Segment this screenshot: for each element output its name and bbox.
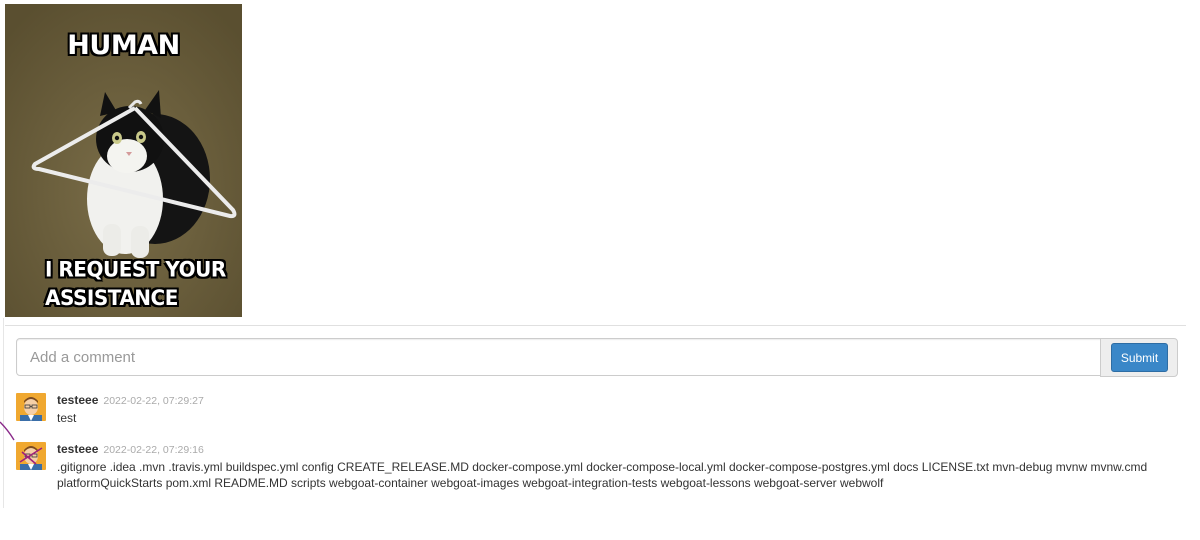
meme-bottom-line-1: I REQUEST YOUR (45, 256, 226, 282)
comment-input[interactable] (16, 338, 1102, 376)
comment-text: test (57, 411, 77, 425)
meme-bottom-caption: I REQUEST YOUR ASSISTANCE (45, 256, 235, 313)
cat-meme-image: HUMAN I REQUEST YOUR ASSISTANCE (5, 4, 242, 317)
comment-timestamp: 2022-02-22, 07:29:27 (103, 395, 204, 407)
meme-top-caption: HUMAN (67, 30, 180, 61)
comment-timestamp: 2022-02-22, 07:29:16 (103, 444, 204, 456)
comment-body: testeee 2022-02-22, 07:29:27 test (57, 393, 1167, 426)
user-avatar (16, 393, 46, 421)
meme-bottom-line-2: ASSISTANCE (45, 285, 178, 311)
content-left-border (3, 318, 4, 508)
comment-author: testeee (57, 393, 99, 407)
submit-button-group: Submit (1100, 338, 1178, 377)
submit-button[interactable]: Submit (1111, 343, 1168, 372)
section-divider (5, 325, 1186, 326)
comment-header: testeee 2022-02-22, 07:29:16 (57, 442, 1167, 457)
comment-body: testeee 2022-02-22, 07:29:16 .gitignore .… (57, 442, 1167, 491)
comment-author: testeee (57, 442, 99, 456)
comment-text: .gitignore .idea .mvn .travis.yml builds… (57, 460, 1148, 490)
annotation-stroke (0, 421, 15, 441)
comment-header: testeee 2022-02-22, 07:29:27 (57, 393, 1167, 408)
